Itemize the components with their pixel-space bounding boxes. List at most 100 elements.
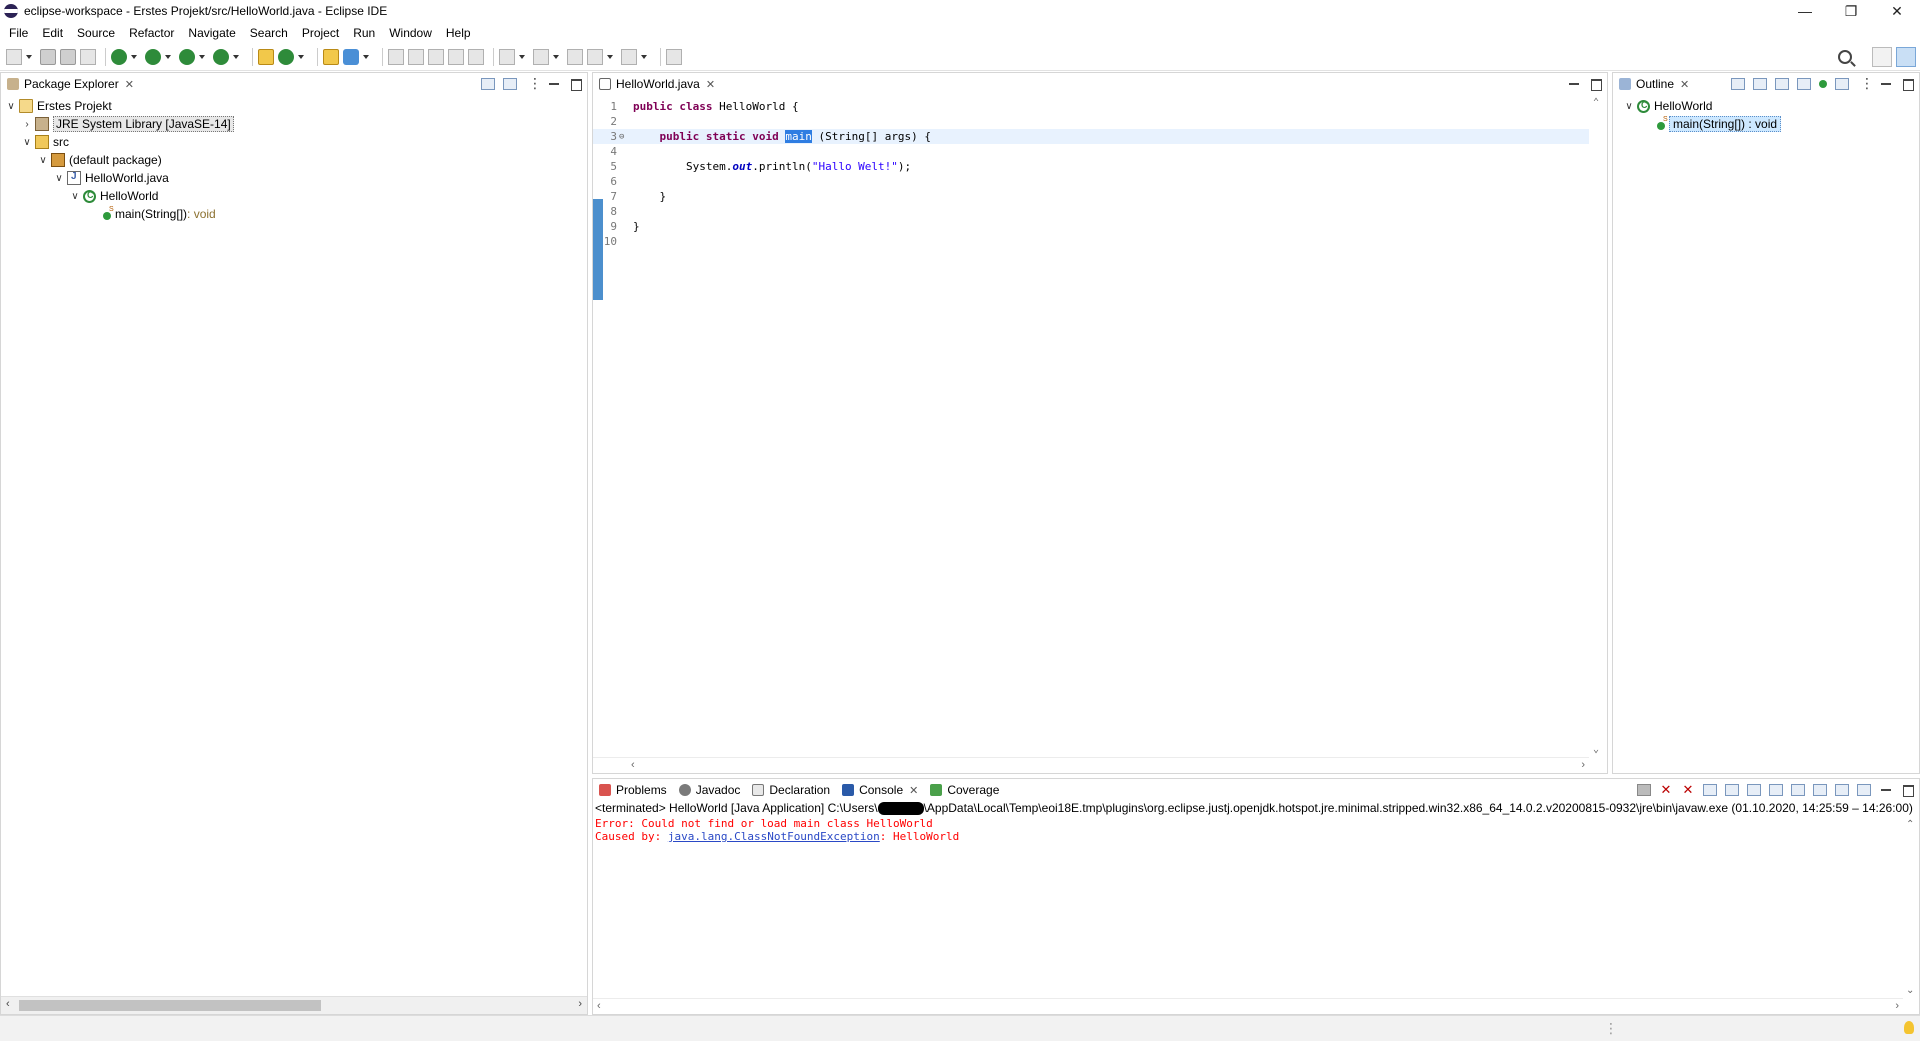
hide-non-public-icon[interactable] [1819,80,1827,88]
scroll-right-icon[interactable]: › [578,998,582,1010]
view-menu-icon[interactable] [1857,75,1874,92]
expanded-chevron-icon[interactable]: ∨ [5,101,17,112]
minimize-button[interactable]: — [1782,0,1828,22]
minimize-view-icon[interactable] [1879,78,1893,90]
console-hscrollbar[interactable]: ‹ › [593,998,1903,1014]
maximize-view-icon[interactable] [569,78,583,91]
collapsed-chevron-icon[interactable]: › [21,119,33,130]
hide-local-types-icon[interactable] [1835,78,1849,90]
exception-link[interactable]: java.lang.ClassNotFoundException [668,830,880,843]
maximize-view-icon[interactable] [1901,784,1915,797]
save-all-icon[interactable] [60,48,76,65]
menu-search[interactable]: Search [245,26,293,40]
previous-annotation-dropdown-icon[interactable] [553,49,561,65]
search-toolbar-icon[interactable] [343,48,359,65]
search-dropdown-icon[interactable] [363,49,371,65]
code-line[interactable]: 6 [593,174,1589,189]
code-line[interactable]: 9 } [593,219,1589,234]
expanded-chevron-icon[interactable]: ∨ [37,155,49,166]
close-window-button[interactable]: ✕ [1874,0,1920,22]
new-icon[interactable] [6,48,22,65]
tree-item-file[interactable]: ∨ HelloWorld.java [1,169,587,187]
save-icon[interactable] [40,48,56,65]
forward-dropdown-icon[interactable] [641,49,649,65]
close-icon[interactable]: ✕ [909,784,918,797]
new-java-class-dropdown-icon[interactable] [298,49,306,65]
clear-console-icon[interactable] [1703,784,1717,796]
skip-breakpoints-icon[interactable] [80,48,96,65]
tab-problems[interactable]: Problems [593,779,673,801]
open-perspective-icon[interactable] [1872,47,1892,67]
console-vscrollbar[interactable]: ⌃ ⌄ [1905,817,1917,998]
back-dropdown-icon[interactable] [607,49,615,65]
hide-static-icon[interactable] [1797,78,1811,90]
tree-item-library[interactable]: › JRE System Library [JavaSE-14] [1,115,587,133]
editor-vscrollbar[interactable]: ⌃ ⌄ [1591,95,1605,757]
tab-outline[interactable]: Outline ✕ [1613,73,1696,95]
new-java-package-icon[interactable] [258,48,274,65]
code-editor[interactable]: 1 public class HelloWorld { 2 3 ⊖ public … [593,95,1607,757]
show-on-stderr-icon[interactable] [1791,784,1805,796]
pin-console-icon[interactable] [1813,784,1827,796]
paragraph-icon[interactable] [468,48,484,65]
tree-item-package[interactable]: ∨ (default package) [1,151,587,169]
outline-item-class[interactable]: ∨ HelloWorld [1613,97,1919,115]
menu-refactor[interactable]: Refactor [124,26,179,40]
external-tools-dropdown-icon[interactable] [233,49,241,65]
minimize-view-icon[interactable] [1567,78,1581,90]
collapse-all-icon[interactable] [1731,78,1745,90]
toggle-mark-occurrences-icon[interactable] [388,48,404,65]
maximize-view-icon[interactable] [1901,78,1915,91]
back-icon[interactable] [587,48,603,65]
close-icon[interactable]: ✕ [706,78,715,91]
hide-fields-icon[interactable] [1775,78,1789,90]
link-with-editor-icon[interactable] [503,78,517,90]
tab-helloworld-java[interactable]: HelloWorld.java ✕ [593,73,722,95]
tab-coverage[interactable]: Coverage [924,779,1005,801]
new-java-class-icon[interactable] [278,48,294,65]
scroll-left-icon[interactable]: ‹ [631,759,635,771]
previous-annotation-icon[interactable] [533,48,549,65]
scroll-left-icon[interactable]: ‹ [597,1000,601,1012]
menu-edit[interactable]: Edit [37,26,68,40]
next-annotation-dropdown-icon[interactable] [519,49,527,65]
code-line[interactable]: 1 public class HelloWorld { [593,99,1589,114]
sort-icon[interactable] [1753,78,1767,90]
pin-editor-icon[interactable] [666,48,682,65]
scroll-lock-icon[interactable] [1725,784,1739,796]
expanded-chevron-icon[interactable]: ∨ [69,191,81,202]
package-explorer-hscrollbar[interactable]: ‹ › [1,996,587,1014]
fold-icon[interactable]: ⊖ [619,132,627,142]
maximize-view-icon[interactable] [1589,78,1603,91]
remove-launch-icon[interactable]: ✕ [1659,783,1673,796]
collapse-all-icon[interactable] [481,78,495,90]
open-console-icon[interactable] [1857,784,1871,796]
scroll-right-icon[interactable]: › [1895,1000,1899,1012]
open-type-icon[interactable] [323,48,339,65]
close-icon[interactable]: ✕ [1680,78,1689,91]
java-perspective-icon[interactable] [1896,47,1916,67]
tab-declaration[interactable]: Declaration [746,779,836,801]
tree-item-project[interactable]: ∨ Erstes Projekt [1,97,587,115]
view-menu-icon[interactable] [525,75,542,92]
code-line[interactable]: 8 [593,204,1589,219]
display-selected-console-icon[interactable] [1835,784,1849,796]
scroll-up-icon[interactable]: ⌃ [1593,97,1599,108]
show-on-stdout-icon[interactable] [1769,784,1783,796]
minimize-view-icon[interactable] [1879,784,1893,796]
debug-icon[interactable] [111,48,127,65]
toggle-word-wrap-icon[interactable] [408,48,424,65]
tab-package-explorer[interactable]: Package Explorer ✕ [1,73,140,95]
tab-console[interactable]: Console ✕ [836,779,925,801]
remove-all-terminated-icon[interactable]: ✕ [1681,783,1695,796]
coverage-dropdown-icon[interactable] [199,49,207,65]
menu-source[interactable]: Source [72,26,120,40]
expanded-chevron-icon[interactable]: ∨ [53,173,65,184]
menu-help[interactable]: Help [441,26,476,40]
word-wrap-icon[interactable] [1747,784,1761,796]
outline-item-method[interactable]: main(String[]) : void [1613,115,1919,133]
terminate-icon[interactable] [1637,784,1651,796]
code-line[interactable]: 2 [593,114,1589,129]
scroll-right-icon[interactable]: › [1581,759,1585,771]
forward-icon[interactable] [621,48,637,65]
